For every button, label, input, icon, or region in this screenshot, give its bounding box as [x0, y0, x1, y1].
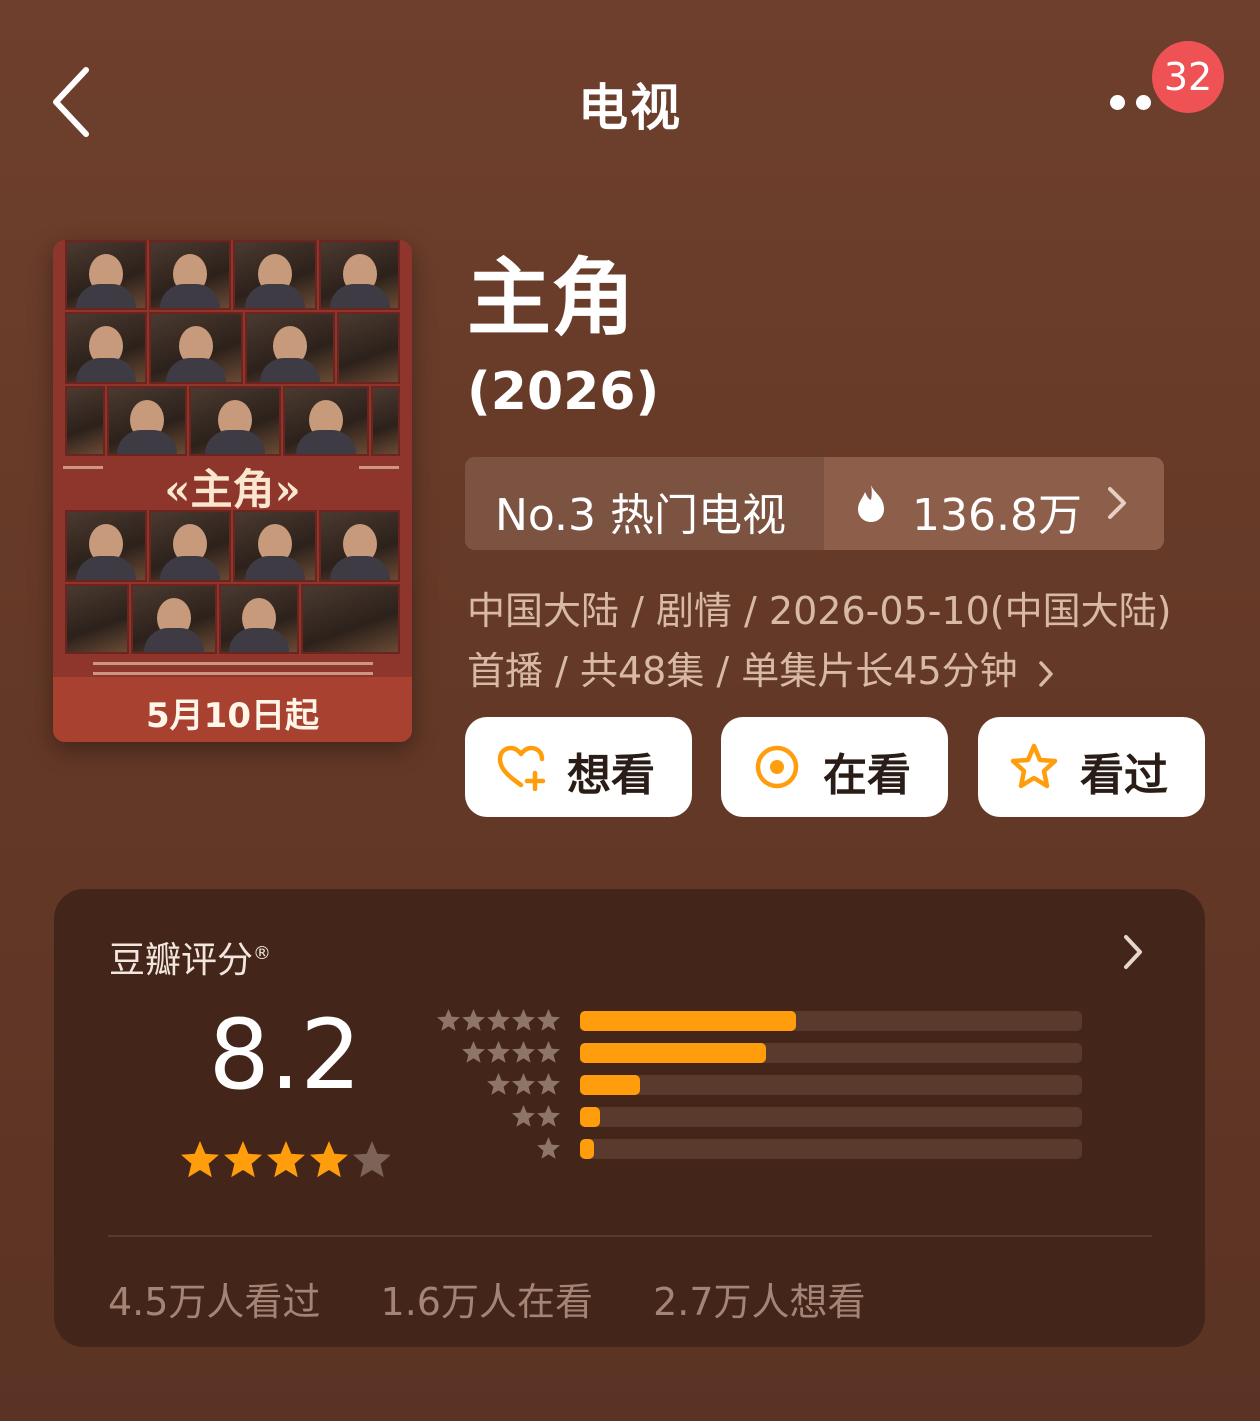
show-title: 主角: [467, 249, 636, 347]
star-icon: [512, 1009, 535, 1031]
star-icon: [537, 1137, 560, 1159]
watching-label: 在看: [823, 750, 911, 801]
star-icon: [462, 1041, 485, 1063]
target-icon: [755, 745, 799, 789]
filled-star-icon: [310, 1141, 348, 1178]
poster-date: 5月10日起: [146, 696, 319, 736]
watching-count: 1.6万人在看: [380, 1280, 593, 1324]
filled-star-icon: [224, 1141, 262, 1178]
star-icon: [537, 1073, 560, 1095]
chevron-right-icon[interactable]: [1122, 933, 1144, 971]
meta-line-1: 中国大陆 / 剧情 / 2026-05-10(中国大陆): [467, 589, 1172, 633]
more-dots-icon: [1110, 95, 1125, 110]
divider: [108, 1235, 1152, 1237]
star-icon: [512, 1105, 535, 1127]
4-star-row-icon: [462, 1041, 560, 1063]
star-icon: [537, 1105, 560, 1127]
hot-value: 136.8万: [912, 490, 1082, 541]
star-icon: [437, 1009, 460, 1031]
rating-bar-fill: [580, 1011, 796, 1031]
poster-image[interactable]: «主角» 5月10日起: [53, 240, 412, 742]
notification-badge[interactable]: 32: [1152, 41, 1224, 113]
rating-title: 豆瓣评分®: [109, 940, 272, 981]
watched-label: 看过: [1080, 750, 1168, 801]
heart-plus-icon: [497, 745, 546, 791]
rating-bar-2-star: [580, 1107, 1082, 1127]
rating-bar-fill: [580, 1139, 594, 1159]
star-icon: [487, 1009, 510, 1031]
want-count: 2.7万人想看: [653, 1280, 866, 1324]
page-title: 电视: [578, 79, 682, 137]
chevron-right-icon: [1108, 487, 1126, 519]
rating-bar-4-star: [580, 1043, 1082, 1063]
rating-bar-fill: [580, 1107, 601, 1127]
star-outline-icon: [1010, 743, 1058, 789]
want-to-watch-label: 想看: [567, 750, 655, 801]
star-icon: [462, 1009, 485, 1031]
rating-card[interactable]: 豆瓣评分® 8.2 4.5万人看过 1.6万人在看 2.7万人想看: [54, 889, 1205, 1347]
watched-button[interactable]: 看过: [978, 717, 1205, 817]
want-to-watch-button[interactable]: 想看: [465, 717, 692, 817]
star-icon: [512, 1073, 535, 1095]
2-star-row-icon: [512, 1105, 560, 1127]
filled-star-icon: [267, 1141, 305, 1178]
star-icon: [512, 1041, 535, 1063]
chevron-right-icon: [1038, 660, 1053, 687]
filled-star-icon: [181, 1141, 219, 1178]
watch-stats: 4.5万人看过 1.6万人在看 2.7万人想看: [108, 1271, 914, 1326]
score-stars: [181, 1141, 390, 1178]
star-icon: [537, 1041, 560, 1063]
3-star-row-icon: [487, 1073, 560, 1095]
flame-icon: [858, 485, 884, 522]
meta-line-2-text: 首播 / 共48集 / 单集片长45分钟: [467, 649, 1018, 693]
star-icon: [487, 1073, 510, 1095]
star-icon: [487, 1041, 510, 1063]
rating-bar-3-star: [580, 1075, 1082, 1095]
rating-bar-5-star: [580, 1011, 1082, 1031]
rating-bar-fill: [580, 1075, 641, 1095]
show-year: (2026): [467, 362, 660, 422]
more-options-button[interactable]: [1100, 86, 1160, 116]
empty-star-icon: [353, 1141, 390, 1178]
meta-line-2[interactable]: 首播 / 共48集 / 单集片长45分钟: [467, 640, 1054, 695]
5-star-row-icon: [437, 1009, 560, 1031]
rank-label: No.3 热门电视: [495, 490, 787, 541]
1-star-row-icon: [537, 1137, 560, 1159]
watched-count: 4.5万人看过: [108, 1280, 321, 1324]
registered-mark: ®: [253, 943, 272, 964]
star-icon: [537, 1009, 560, 1031]
watching-button[interactable]: 在看: [721, 717, 948, 817]
rating-bar-1-star: [580, 1139, 1082, 1159]
rating-bar-fill: [580, 1043, 766, 1063]
ranking-pill[interactable]: No.3 热门电视 136.8万: [465, 457, 1164, 550]
